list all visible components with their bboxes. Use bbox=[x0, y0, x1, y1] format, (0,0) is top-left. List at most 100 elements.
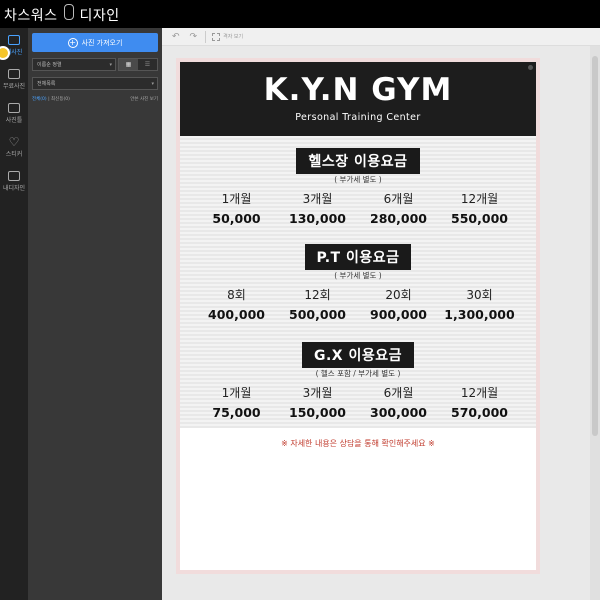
resize-handle-icon[interactable] bbox=[528, 65, 533, 70]
grid-toggle-button[interactable]: 격자 보기 bbox=[212, 32, 244, 41]
folder-select[interactable]: 전체목록 ▾ bbox=[32, 77, 158, 90]
price-cell: 12개월 550,000 bbox=[439, 190, 520, 226]
price-value: 150,000 bbox=[289, 405, 346, 420]
price-value: 900,000 bbox=[370, 307, 427, 322]
import-photo-label: 사진 가져오기 bbox=[81, 38, 123, 47]
poster-canvas[interactable]: K.Y.N GYM Personal Training Center 헬스장 이… bbox=[176, 58, 540, 574]
price-value: 75,000 bbox=[212, 405, 261, 420]
price-cell: 6개월 280,000 bbox=[358, 190, 439, 226]
section-note: ( 부가세 별도 ) bbox=[334, 271, 382, 280]
price-cell: 20회 900,000 bbox=[358, 286, 439, 322]
price-value: 50,000 bbox=[212, 211, 261, 226]
brand-name-part1: 차스워스 bbox=[4, 7, 58, 24]
brand-name-part2: 디자인 bbox=[79, 7, 120, 24]
section-title-text: P.T 이용요금 bbox=[304, 244, 412, 270]
poster-footnote: ※ 자세한 내용은 상담을 통해 확인해주세요 ※ bbox=[281, 439, 435, 448]
folder-select-value: 전체목록 bbox=[37, 81, 56, 87]
price-value: 570,000 bbox=[451, 405, 508, 420]
plus-icon: + bbox=[67, 37, 78, 48]
price-cell: 1개월 75,000 bbox=[196, 384, 277, 420]
sort-select-value: 이름순 정렬 bbox=[37, 62, 62, 68]
price-cell: 8회 400,000 bbox=[196, 286, 277, 322]
photo-panel: + 사진 가져오기 이름순 정렬 ▾ ▦ ☰ 전체목록 ▾ 전체(0) | 최신… bbox=[28, 28, 162, 600]
poster-page: K.Y.N GYM Personal Training Center 헬스장 이… bbox=[180, 62, 536, 570]
section-title-text: 헬스장 이용요금 bbox=[296, 148, 420, 174]
filter-all-link[interactable]: 전체(0) bbox=[32, 97, 47, 102]
photo-icon bbox=[8, 34, 20, 45]
chevron-down-icon: ▾ bbox=[109, 61, 112, 68]
price-cell: 1개월 50,000 bbox=[196, 190, 277, 226]
rail-item-label: 무료사진 bbox=[2, 82, 26, 90]
left-rail: 내사진 무료사진 사진틀 ♡ 스티커 내디자인 bbox=[0, 28, 28, 600]
import-photo-button[interactable]: + 사진 가져오기 bbox=[32, 33, 158, 52]
section-title: G.X 이용요금 bbox=[180, 342, 536, 368]
list-view-button[interactable]: ☰ bbox=[138, 59, 157, 70]
price-row: 1개월 50,000 3개월 130,000 6개월 280,000 12개월 550,… bbox=[196, 190, 520, 226]
rail-item-my-design[interactable]: 내디자인 bbox=[0, 164, 28, 198]
heart-icon: ♡ bbox=[8, 135, 20, 149]
price-row: 1개월 75,000 3개월 150,000 6개월 300,000 12개월 570,… bbox=[196, 384, 520, 420]
rail-item-free-photos[interactable]: 무료사진 bbox=[0, 62, 28, 96]
section-note: ( 부가세 별도 ) bbox=[334, 175, 382, 184]
price-value: 550,000 bbox=[451, 211, 508, 226]
price-cell: 3개월 150,000 bbox=[277, 384, 358, 420]
price-value: 400,000 bbox=[208, 307, 265, 322]
chevron-down-icon: ▾ bbox=[151, 80, 154, 87]
price-value: 300,000 bbox=[370, 405, 427, 420]
price-label: 3개월 bbox=[302, 386, 333, 400]
grid-icon bbox=[212, 32, 221, 41]
poster-title: K.Y.N GYM bbox=[263, 72, 453, 108]
undo-button[interactable]: ↶ bbox=[172, 32, 180, 42]
app-brand: 차스워스 디자인 bbox=[4, 3, 120, 25]
price-label: 12회 bbox=[304, 288, 331, 302]
section-note: ( 헬스 포함 / 부가세 별도 ) bbox=[315, 369, 401, 378]
rail-item-stickers[interactable]: ♡ 스티커 bbox=[0, 130, 28, 164]
toolbar-divider bbox=[205, 30, 207, 43]
section-title: P.T 이용요금 bbox=[180, 244, 536, 270]
price-cell: 6개월 300,000 bbox=[358, 384, 439, 420]
redo-button[interactable]: ↷ bbox=[190, 32, 198, 42]
grid-toggle-label: 격자 보기 bbox=[223, 34, 244, 40]
view-toggle: ▦ ☰ bbox=[118, 58, 158, 71]
price-cell: 30회 1,300,000 bbox=[439, 286, 520, 322]
frame-icon bbox=[8, 102, 20, 113]
price-value: 280,000 bbox=[370, 211, 427, 226]
rail-item-frames[interactable]: 사진틀 bbox=[0, 96, 28, 130]
scrollbar-thumb[interactable] bbox=[592, 56, 598, 436]
filter-unused-link[interactable]: 안쓴 사진 보기 bbox=[130, 96, 158, 104]
price-label: 20회 bbox=[385, 288, 412, 302]
poster-subtitle: Personal Training Center bbox=[295, 112, 421, 123]
price-label: 12개월 bbox=[460, 386, 499, 400]
price-label: 30회 bbox=[466, 288, 493, 302]
sort-select[interactable]: 이름순 정렬 ▾ bbox=[32, 58, 116, 71]
price-label: 3개월 bbox=[302, 192, 333, 206]
price-label: 1개월 bbox=[221, 386, 252, 400]
filter-recent-link[interactable]: | 최신등(0) bbox=[48, 97, 70, 102]
rail-item-label: 사진틀 bbox=[5, 116, 23, 124]
price-label: 8회 bbox=[227, 288, 246, 302]
price-label: 6개월 bbox=[383, 386, 414, 400]
workspace-scrollbar[interactable] bbox=[590, 46, 600, 600]
poster-header: K.Y.N GYM Personal Training Center bbox=[180, 62, 536, 136]
app-titlebar: 차스워스 디자인 bbox=[0, 0, 600, 28]
section-title: 헬스장 이용요금 bbox=[180, 148, 536, 174]
grid-view-button[interactable]: ▦ bbox=[119, 59, 138, 70]
price-value: 130,000 bbox=[289, 211, 346, 226]
editor-toolbar: ↶ ↷ 격자 보기 bbox=[162, 28, 600, 46]
brand-separator-icon bbox=[63, 3, 74, 20]
section-title-text: G.X 이용요금 bbox=[302, 342, 414, 368]
filter-row: 전체(0) | 최신등(0) 안쓴 사진 보기 bbox=[32, 96, 158, 104]
free-photo-icon bbox=[8, 68, 20, 79]
poster-body: 헬스장 이용요금 ( 부가세 별도 ) 1개월 50,000 3개월 130,000… bbox=[180, 136, 536, 428]
price-cell: 12회 500,000 bbox=[277, 286, 358, 322]
price-value: 500,000 bbox=[289, 307, 346, 322]
price-cell: 12개월 570,000 bbox=[439, 384, 520, 420]
price-label: 12개월 bbox=[460, 192, 499, 206]
price-row: 8회 400,000 12회 500,000 20회 900,000 30회 1,300… bbox=[196, 286, 520, 322]
rail-item-label: 내디자인 bbox=[2, 184, 26, 192]
price-label: 1개월 bbox=[221, 192, 252, 206]
canvas-workspace: K.Y.N GYM Personal Training Center 헬스장 이… bbox=[162, 46, 600, 600]
design-icon bbox=[8, 170, 20, 181]
price-cell: 3개월 130,000 bbox=[277, 190, 358, 226]
price-label: 6개월 bbox=[383, 192, 414, 206]
